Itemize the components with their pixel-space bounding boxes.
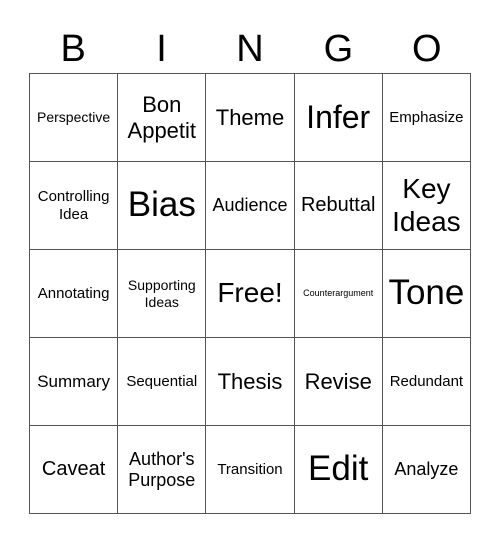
bingo-cell[interactable]: Counterargument bbox=[294, 250, 383, 338]
header-letter-g: G bbox=[323, 28, 354, 70]
bingo-cell[interactable]: Infer bbox=[294, 74, 383, 162]
bingo-cell[interactable]: Summary bbox=[30, 338, 119, 426]
bingo-cell[interactable]: Thesis bbox=[206, 338, 295, 426]
free-space-cell[interactable]: Free! bbox=[206, 250, 295, 338]
bingo-cell[interactable]: Edit bbox=[294, 426, 383, 514]
bingo-cell[interactable]: Analyze bbox=[382, 426, 471, 514]
bingo-cell[interactable]: Bias bbox=[118, 162, 207, 250]
bingo-cell[interactable]: Key Ideas bbox=[382, 162, 471, 250]
bingo-cell[interactable]: Tone bbox=[382, 250, 471, 338]
header-letter-b: B bbox=[60, 28, 86, 70]
header-letter-i: I bbox=[156, 28, 167, 70]
bingo-cell[interactable]: Rebuttal bbox=[294, 162, 383, 250]
bingo-cell[interactable]: Audience bbox=[206, 162, 295, 250]
bingo-cell[interactable]: Sequential bbox=[118, 338, 207, 426]
bingo-header: B I N G O bbox=[29, 26, 471, 72]
bingo-cell[interactable]: Redundant bbox=[382, 338, 471, 426]
bingo-cell[interactable]: Annotating bbox=[30, 250, 119, 338]
bingo-cell[interactable]: Transition bbox=[206, 426, 295, 514]
bingo-cell[interactable]: Revise bbox=[294, 338, 383, 426]
bingo-cell[interactable]: Theme bbox=[206, 74, 295, 162]
header-letter-n: N bbox=[236, 28, 264, 70]
bingo-cell[interactable]: Supporting Ideas bbox=[118, 250, 207, 338]
bingo-cell[interactable]: Bon Appetit bbox=[118, 74, 207, 162]
bingo-cell[interactable]: Controlling Idea bbox=[30, 162, 119, 250]
bingo-cell[interactable]: Emphasize bbox=[382, 74, 471, 162]
bingo-cell[interactable]: Author's Purpose bbox=[118, 426, 207, 514]
bingo-cell[interactable]: Perspective bbox=[30, 74, 119, 162]
bingo-cell[interactable]: Caveat bbox=[30, 426, 119, 514]
bingo-board: Perspective Bon Appetit Theme Infer Emph… bbox=[29, 73, 471, 514]
header-letter-o: O bbox=[411, 28, 442, 70]
